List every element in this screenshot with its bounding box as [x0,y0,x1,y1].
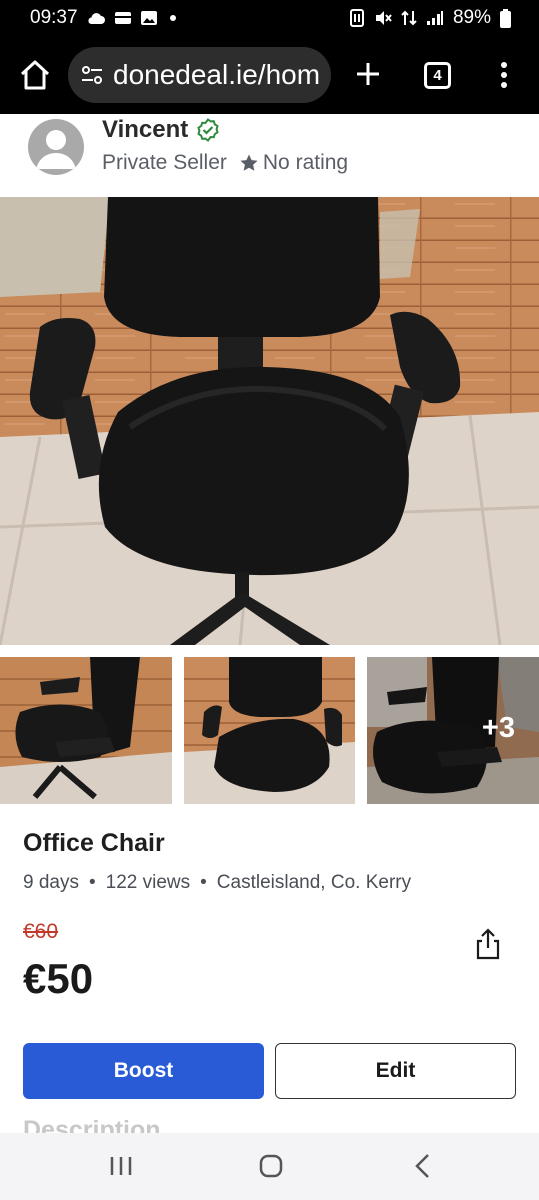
nfc-icon [349,9,364,27]
status-bar: 09:37 89% [0,0,539,36]
mute-icon [375,11,392,25]
verified-badge-icon [197,118,219,142]
thumbnail-1[interactable] [0,657,172,804]
more-photos-count: +3 [481,712,515,744]
wallet-icon [114,12,131,24]
status-time: 09:37 [30,7,78,28]
seller-subtitle: Private Seller No rating [102,151,348,175]
data-arrows-icon [401,10,417,26]
listing-location: Castleisland, Co. Kerry [216,872,412,893]
user-icon [36,130,76,169]
meta-separator: • [200,872,207,893]
meta-separator: • [88,872,96,893]
browser-toolbar: donedeal.ie/hom 4 [0,36,539,114]
battery-percent: 89% [452,7,491,28]
signal-icon [426,11,443,25]
avatar [28,119,84,175]
listing-meta: 9 days • 122 views • Castleisland, Co. K… [23,872,411,894]
main-listing-photo[interactable] [0,197,539,645]
star-icon [240,154,258,171]
thumbnail-3-more[interactable]: +3 [367,657,539,804]
listing-title: Office Chair [23,829,165,857]
tab-switcher-button[interactable]: 4 [424,62,451,89]
listing-age: 9 days [23,872,79,893]
notification-dot [169,15,176,21]
seller-name-row: Vincent [102,116,220,144]
listing-views: 122 views [105,872,191,893]
seller-rating: No rating [239,151,348,175]
seller-type: Private Seller [102,151,227,174]
thumbnail-image [0,657,172,804]
back-icon[interactable] [413,1153,433,1179]
seller-name: Vincent [102,116,189,143]
thumbnail-2[interactable] [184,657,355,804]
new-tab-icon[interactable] [352,58,384,90]
thumbnail-strip: +3 [0,657,539,804]
share-icon[interactable] [474,928,502,960]
system-navigation-bar [0,1133,539,1200]
chair-photo-image [0,197,539,645]
home-nav-icon[interactable] [259,1154,283,1178]
more-menu-icon[interactable] [496,60,512,90]
gallery-icon [140,11,157,25]
tab-count: 4 [433,67,442,84]
old-price: €60 [23,920,59,943]
site-settings-icon[interactable] [80,63,104,87]
boost-button[interactable]: Boost [23,1043,264,1099]
seller-card[interactable]: Vincent Private Seller No rating [0,114,539,197]
edit-button[interactable]: Edit [275,1043,516,1099]
price: €50 [23,955,94,1002]
cloud-icon [88,13,105,24]
thumbnail-image [184,657,355,804]
address-bar[interactable]: donedeal.ie/hom [68,47,331,103]
battery-icon [500,8,511,28]
recents-icon[interactable] [108,1155,134,1177]
rating-text: No rating [262,151,349,174]
url-text: donedeal.ie/hom [113,59,321,90]
home-icon[interactable] [18,58,52,92]
